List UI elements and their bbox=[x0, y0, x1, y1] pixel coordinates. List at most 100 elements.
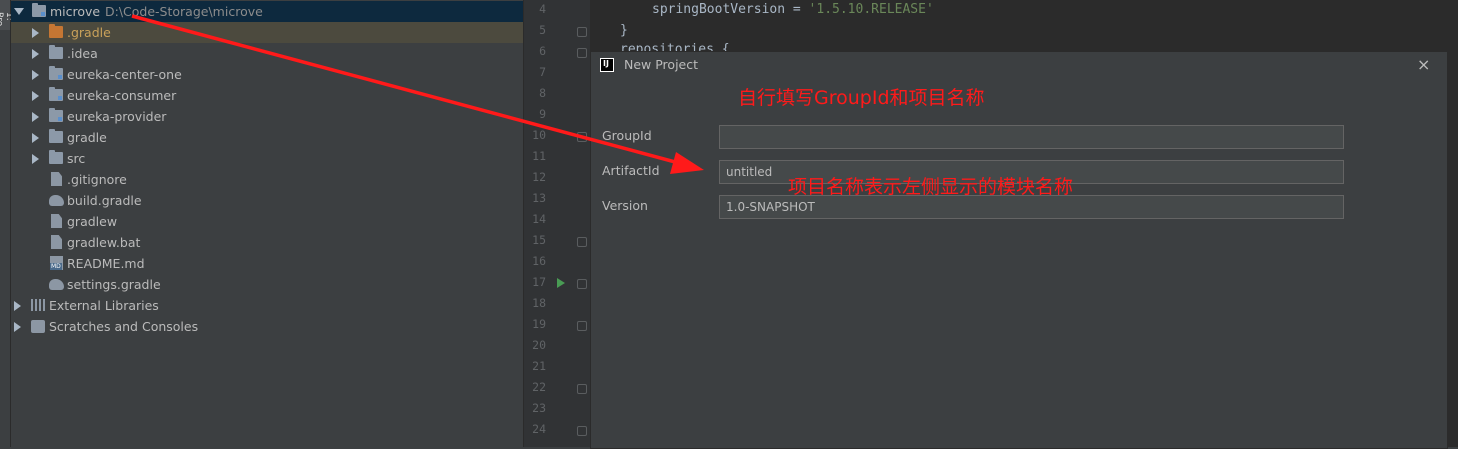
annotation-top: 自行填写GroupId和项目名称 bbox=[738, 87, 985, 109]
chevron-down-icon[interactable] bbox=[14, 8, 24, 15]
tree-item-label: settings.gradle bbox=[67, 277, 161, 292]
line-number: 14 bbox=[532, 212, 546, 226]
tree-item-settings-gradle[interactable]: settings.gradle bbox=[11, 274, 523, 295]
project-tool-tab[interactable]: 1: Pro bbox=[0, 0, 14, 30]
intellij-logo-icon: IJ bbox=[600, 58, 614, 72]
chevron-right-icon[interactable] bbox=[32, 133, 39, 143]
dialog-title: New Project bbox=[624, 57, 699, 72]
chevron-right-icon[interactable] bbox=[32, 91, 39, 101]
chevron-right-icon[interactable] bbox=[32, 28, 39, 38]
fold-marker-icon[interactable] bbox=[577, 27, 587, 37]
line-number: 11 bbox=[532, 149, 546, 163]
fold-marker-icon[interactable] bbox=[577, 48, 587, 58]
markdown-badge: MD bbox=[50, 263, 62, 270]
tree-item-readme[interactable]: MD README.md bbox=[11, 253, 523, 274]
tree-item-src[interactable]: src bbox=[11, 148, 523, 169]
run-icon[interactable] bbox=[557, 278, 565, 288]
fold-marker-icon[interactable] bbox=[577, 279, 587, 289]
line-number: 8 bbox=[539, 86, 546, 100]
chevron-right-icon[interactable] bbox=[14, 322, 21, 332]
tree-item-gradle[interactable]: gradle bbox=[11, 127, 523, 148]
line-number: 15 bbox=[532, 233, 546, 247]
tree-item-external-libraries[interactable]: External Libraries bbox=[11, 295, 523, 316]
line-number: 7 bbox=[539, 65, 546, 79]
groupid-input[interactable] bbox=[719, 125, 1344, 149]
file-icon bbox=[51, 214, 62, 228]
tree-item-eureka-consumer[interactable]: eureka-consumer bbox=[11, 85, 523, 106]
tree-item-label: .idea bbox=[67, 46, 98, 61]
tree-item-label: .gradle bbox=[67, 25, 111, 40]
fold-marker-icon[interactable] bbox=[577, 132, 587, 142]
tree-root-path: D:\Code-Storage\microve bbox=[105, 4, 263, 19]
tree-item-label: Scratches and Consoles bbox=[49, 319, 199, 334]
tree-item-gradle-dir[interactable]: .gradle bbox=[11, 22, 523, 43]
tree-item-label: build.gradle bbox=[67, 193, 142, 208]
chevron-right-icon[interactable] bbox=[32, 112, 39, 122]
tree-item-label: eureka-consumer bbox=[67, 88, 177, 103]
line-number: 13 bbox=[532, 191, 546, 205]
folder-icon bbox=[49, 24, 63, 38]
chevron-right-icon[interactable] bbox=[32, 154, 39, 164]
module-folder-icon bbox=[49, 66, 63, 80]
fold-marker-icon[interactable] bbox=[577, 384, 587, 394]
chevron-right-icon[interactable] bbox=[14, 301, 21, 311]
tree-item-idea[interactable]: .idea bbox=[11, 43, 523, 64]
line-number: 5 bbox=[539, 23, 546, 37]
tree-item-gradlew[interactable]: gradlew bbox=[11, 211, 523, 232]
line-number: 22 bbox=[532, 380, 546, 394]
side-tool-strip: 1: Pro bbox=[0, 0, 14, 447]
fold-marker-icon[interactable] bbox=[577, 237, 587, 247]
fold-marker-icon[interactable] bbox=[577, 321, 587, 331]
folder-icon bbox=[49, 129, 63, 143]
tree-item-eureka-center-one[interactable]: eureka-center-one bbox=[11, 64, 523, 85]
gradle-icon bbox=[49, 279, 64, 290]
tree-item-label: gradlew.bat bbox=[67, 235, 141, 250]
line-number: 19 bbox=[532, 317, 546, 331]
new-project-dialog: IJ New Project × 自行填写GroupId和项目名称 GroupI… bbox=[590, 51, 1448, 449]
line-number: 21 bbox=[532, 359, 546, 373]
version-label: Version bbox=[602, 198, 648, 213]
tree-item-label: src bbox=[67, 151, 86, 166]
file-icon bbox=[51, 235, 62, 249]
groupid-label: GroupId bbox=[602, 128, 652, 143]
file-icon bbox=[51, 172, 62, 186]
code-key: springBootVersion = bbox=[652, 2, 809, 17]
tree-item-label: .gitignore bbox=[67, 172, 127, 187]
code-line: } bbox=[620, 23, 628, 38]
module-folder-icon bbox=[49, 87, 63, 101]
close-icon[interactable]: × bbox=[1417, 55, 1430, 74]
line-number: 24 bbox=[532, 422, 546, 436]
tree-root-row[interactable]: microve D:\Code-Storage\microve bbox=[11, 1, 523, 22]
line-number: 23 bbox=[532, 401, 546, 415]
tree-item-build-gradle[interactable]: build.gradle bbox=[11, 190, 523, 211]
scratch-icon bbox=[31, 320, 45, 333]
tree-item-gitignore[interactable]: .gitignore bbox=[11, 169, 523, 190]
tree-item-scratches[interactable]: Scratches and Consoles bbox=[11, 316, 523, 337]
version-input[interactable] bbox=[719, 195, 1344, 219]
tree-item-label: README.md bbox=[67, 256, 145, 271]
line-number: 20 bbox=[532, 338, 546, 352]
tree-item-label: eureka-provider bbox=[67, 109, 167, 124]
line-number: 10 bbox=[532, 128, 546, 142]
gradle-icon bbox=[49, 195, 64, 206]
module-folder-icon bbox=[49, 108, 63, 122]
tree-root-label: microve bbox=[50, 4, 101, 19]
line-number: 17 bbox=[532, 275, 546, 289]
dialog-header: IJ New Project × bbox=[591, 52, 1447, 79]
chevron-right-icon[interactable] bbox=[32, 49, 39, 59]
tree-item-label: gradlew bbox=[67, 214, 118, 229]
folder-icon bbox=[49, 150, 63, 164]
line-number: 9 bbox=[539, 107, 546, 121]
line-number: 16 bbox=[532, 254, 546, 268]
tree-item-label: eureka-center-one bbox=[67, 67, 182, 82]
tree-item-eureka-provider[interactable]: eureka-provider bbox=[11, 106, 523, 127]
code-string: '1.5.10.RELEASE' bbox=[808, 2, 934, 17]
code-line: springBootVersion = '1.5.10.RELEASE' bbox=[652, 2, 934, 17]
project-tree: microve D:\Code-Storage\microve .gradle … bbox=[11, 0, 523, 447]
tree-item-gradlew-bat[interactable]: gradlew.bat bbox=[11, 232, 523, 253]
chevron-right-icon[interactable] bbox=[32, 70, 39, 80]
markdown-icon: MD bbox=[50, 256, 63, 270]
fold-marker-icon[interactable] bbox=[577, 426, 587, 436]
library-icon bbox=[31, 299, 45, 311]
artifactid-label: ArtifactId bbox=[602, 163, 660, 178]
